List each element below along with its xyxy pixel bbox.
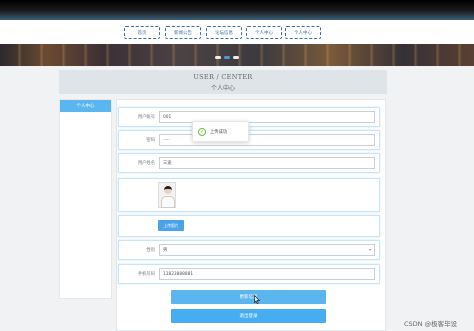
phone-label: 手机号码 — [137, 272, 155, 277]
form-row-upload: 上传图片 — [118, 215, 380, 237]
avatar — [158, 182, 176, 208]
upload-button-label: 上传图片 — [163, 222, 179, 228]
watermark: CSDN @极客毕设 — [404, 320, 458, 328]
top-banner — [0, 0, 474, 20]
gender-value: 男 — [163, 248, 168, 253]
chevron-down-icon: ▾ — [368, 247, 371, 252]
logout-button[interactable]: 退出登录 — [171, 309, 326, 323]
carousel-dot-active[interactable] — [224, 56, 230, 59]
form-row-photo — [118, 178, 380, 212]
password-label: 密码 — [146, 138, 155, 143]
top-nav: 首页 新闻公告 论坛信息 个人中心 个人中心 — [0, 20, 474, 44]
carousel-dot[interactable] — [233, 56, 239, 59]
sidebar-item-profile[interactable]: 个人中心 — [60, 100, 111, 112]
nav-item-label: 个人中心 — [294, 30, 312, 36]
carousel-banner — [0, 44, 474, 66]
logout-button-label: 退出登录 — [239, 314, 258, 319]
section-header: USER / CENTER 个人中心 — [59, 70, 387, 94]
name-input[interactable]: 三迪 — [159, 157, 375, 169]
check-circle-icon: ✓ — [198, 128, 206, 136]
mouse-cursor-icon — [254, 295, 260, 304]
sidebar: 个人中心 — [59, 99, 112, 299]
nav-item-news[interactable]: 新闻公告 — [165, 26, 201, 39]
account-label: 用户账号 — [137, 115, 155, 120]
carousel-dots — [215, 56, 239, 59]
success-toast: ✓ 上传成功 — [192, 121, 249, 142]
nav-item-profile[interactable]: 个人中心 — [246, 26, 282, 39]
gender-label: 性别 — [146, 248, 155, 253]
carousel-dot[interactable] — [215, 56, 221, 59]
form-row-password: 密码 ····· — [118, 130, 380, 150]
form-row-account: 用户账号 001 — [118, 107, 380, 127]
phone-input[interactable]: 13823888881 — [159, 268, 375, 280]
nav-item-label: 论坛信息 — [215, 30, 233, 36]
section-title-cn: 个人中心 — [210, 85, 235, 92]
nav-item-profile-2[interactable]: 个人中心 — [285, 26, 321, 39]
form-row-gender: 性别 男 ▾ — [118, 240, 380, 260]
upload-image-button[interactable]: 上传图片 — [158, 220, 184, 231]
section-title-en: USER / CENTER — [193, 73, 253, 81]
nav-item-label: 新闻公告 — [174, 30, 192, 36]
nav-item-home[interactable]: 首页 — [124, 26, 160, 39]
form-row-phone: 手机号码 13823888881 — [118, 264, 380, 284]
nav-item-forum[interactable]: 论坛信息 — [206, 26, 242, 39]
sidebar-item-label: 个人中心 — [76, 104, 95, 109]
avatar-head — [164, 186, 172, 194]
banner-image — [0, 44, 474, 66]
nav-item-label: 首页 — [137, 30, 147, 36]
form-row-name: 用户姓名 三迪 — [118, 153, 380, 173]
toast-message: 上传成功 — [210, 130, 228, 135]
avatar-body — [161, 196, 175, 208]
gender-select[interactable]: 男 ▾ — [159, 244, 375, 256]
nav-item-label: 个人中心 — [255, 30, 273, 36]
name-label: 用户姓名 — [137, 161, 155, 166]
update-info-button[interactable]: 更新信息 — [171, 290, 326, 304]
